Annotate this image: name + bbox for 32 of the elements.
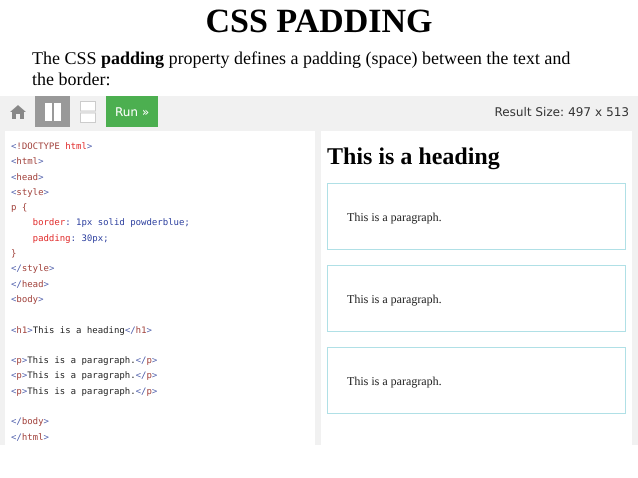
paragraph-text: This is a paragraph. bbox=[347, 372, 442, 390]
run-button[interactable]: Run » bbox=[106, 96, 158, 127]
columns-icon bbox=[44, 102, 60, 120]
result-x: x bbox=[594, 104, 602, 120]
slide-title: CSS PADDING bbox=[205, 5, 432, 39]
code-line: } bbox=[11, 248, 16, 262]
code-line: <p>This is a paragraph.</p> bbox=[11, 386, 158, 399]
code-line: <!DOCTYPE html> bbox=[11, 141, 92, 154]
result-width: 497 bbox=[568, 104, 591, 120]
code-line: <body> bbox=[11, 294, 44, 307]
home-icon bbox=[8, 104, 26, 120]
paragraph-text: This is a paragraph. bbox=[347, 290, 442, 308]
code-line: </head> bbox=[11, 278, 49, 292]
code-line: <p>This is a paragraph.</p> bbox=[11, 370, 158, 384]
code-line: <h1>This is a heading</h1> bbox=[11, 324, 152, 338]
result-heading: This is a heading bbox=[327, 145, 500, 169]
layout-button[interactable] bbox=[35, 96, 70, 127]
code-line: </html> bbox=[11, 432, 49, 445]
code-line: <head> bbox=[11, 172, 44, 185]
slide-intro: The CSS padding property defines a padding (space) between the text and the border: bbox=[32, 48, 572, 90]
code-line: <html> bbox=[11, 156, 44, 170]
code-line: </body> bbox=[11, 416, 49, 430]
code-line: p { bbox=[11, 202, 28, 216]
code-line: </style> bbox=[11, 263, 54, 276]
code-line: <p>This is a paragraph.</p> bbox=[11, 355, 158, 368]
code-line: padding: 30px; bbox=[32, 232, 109, 246]
result-height: 513 bbox=[606, 104, 629, 120]
rows-icon bbox=[80, 100, 96, 122]
code-line: <style> bbox=[11, 186, 49, 200]
code-line: border: 1px solid powderblue; bbox=[32, 217, 190, 230]
result-size-label: Result Size: bbox=[494, 104, 564, 120]
paragraph-text: This is a paragraph. bbox=[347, 208, 442, 226]
